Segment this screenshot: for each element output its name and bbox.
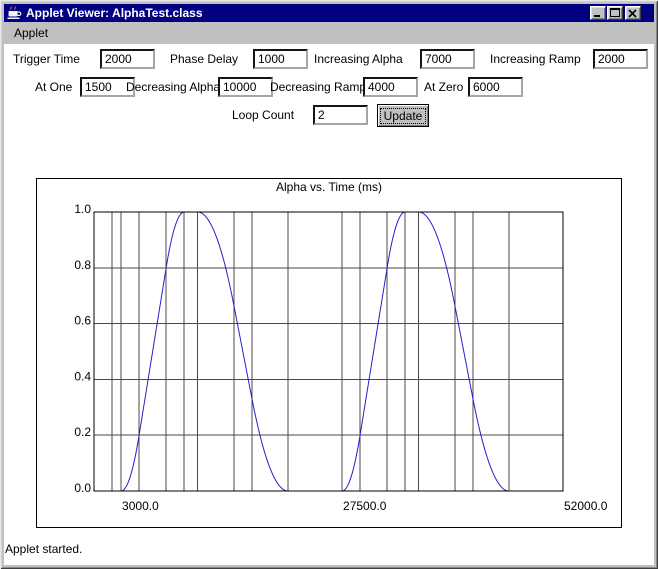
phase-delay-field[interactable] — [253, 49, 308, 69]
window-title: Applet Viewer: AlphaTest.class — [26, 6, 203, 20]
at-zero-field[interactable] — [468, 77, 523, 97]
loop-count-field[interactable] — [313, 105, 368, 125]
alpha-chart-panel: Alpha vs. Time (ms) 1.0 0.8 0.6 0.4 0.2 0.0 30… — [36, 178, 622, 528]
increasing-alpha-label: Increasing Alpha — [314, 52, 403, 66]
svg-text:0.4: 0.4 — [74, 369, 91, 383]
at-zero-label: At Zero — [424, 80, 463, 94]
maximize-button[interactable] — [607, 6, 623, 20]
applet-content: Trigger Time Phase Delay Increasing Alph… — [4, 44, 654, 565]
menu-item-applet[interactable]: Applet — [10, 25, 52, 41]
chart-gridlines — [94, 212, 563, 491]
trigger-time-label: Trigger Time — [13, 52, 80, 66]
status-bar-text: Applet started. — [5, 542, 82, 556]
decreasing-ramp-label: Decreasing Ramp — [270, 80, 366, 94]
maximize-icon — [610, 8, 620, 18]
close-icon — [628, 9, 638, 18]
loop-count-label: Loop Count — [232, 108, 294, 122]
decreasing-alpha-label: Decreasing Alpha — [126, 80, 220, 94]
svg-text:52000.0: 52000.0 — [564, 499, 608, 513]
update-button-label: Update — [381, 109, 426, 123]
decreasing-alpha-field[interactable] — [218, 77, 273, 97]
svg-text:1.0: 1.0 — [74, 202, 91, 216]
alpha-vs-time-chart: Alpha vs. Time (ms) 1.0 0.8 0.6 0.4 0.2 0.0 30… — [37, 179, 621, 527]
alpha-curve — [94, 212, 563, 491]
svg-text:3000.0: 3000.0 — [122, 499, 159, 513]
update-button[interactable]: Update — [377, 104, 429, 127]
svg-text:0.2: 0.2 — [74, 425, 91, 439]
phase-delay-label: Phase Delay — [170, 52, 238, 66]
decreasing-ramp-field[interactable] — [363, 77, 418, 97]
title-bar[interactable]: Applet Viewer: AlphaTest.class — [4, 4, 654, 22]
java-applet-cup-icon — [6, 5, 22, 21]
plot-border — [94, 212, 563, 491]
increasing-ramp-field[interactable] — [593, 49, 648, 69]
close-button[interactable] — [625, 6, 641, 20]
svg-text:27500.0: 27500.0 — [343, 499, 387, 513]
chart-axis-labels: 1.0 0.8 0.6 0.4 0.2 0.0 3000.0 27500.0 52000.0 — [74, 202, 607, 513]
at-one-label: At One — [35, 80, 72, 94]
menu-bar: Applet — [4, 22, 654, 44]
trigger-time-field[interactable] — [100, 49, 155, 69]
applet-viewer-window: Applet Viewer: AlphaTest.class Applet Tr… — [0, 0, 658, 569]
svg-text:0.6: 0.6 — [74, 314, 91, 328]
svg-text:0.8: 0.8 — [74, 258, 91, 272]
minimize-icon — [593, 8, 603, 18]
minimize-button[interactable] — [590, 6, 606, 20]
svg-text:0.0: 0.0 — [74, 481, 91, 495]
chart-title: Alpha vs. Time (ms) — [276, 180, 382, 194]
increasing-alpha-field[interactable] — [420, 49, 475, 69]
increasing-ramp-label: Increasing Ramp — [490, 52, 581, 66]
